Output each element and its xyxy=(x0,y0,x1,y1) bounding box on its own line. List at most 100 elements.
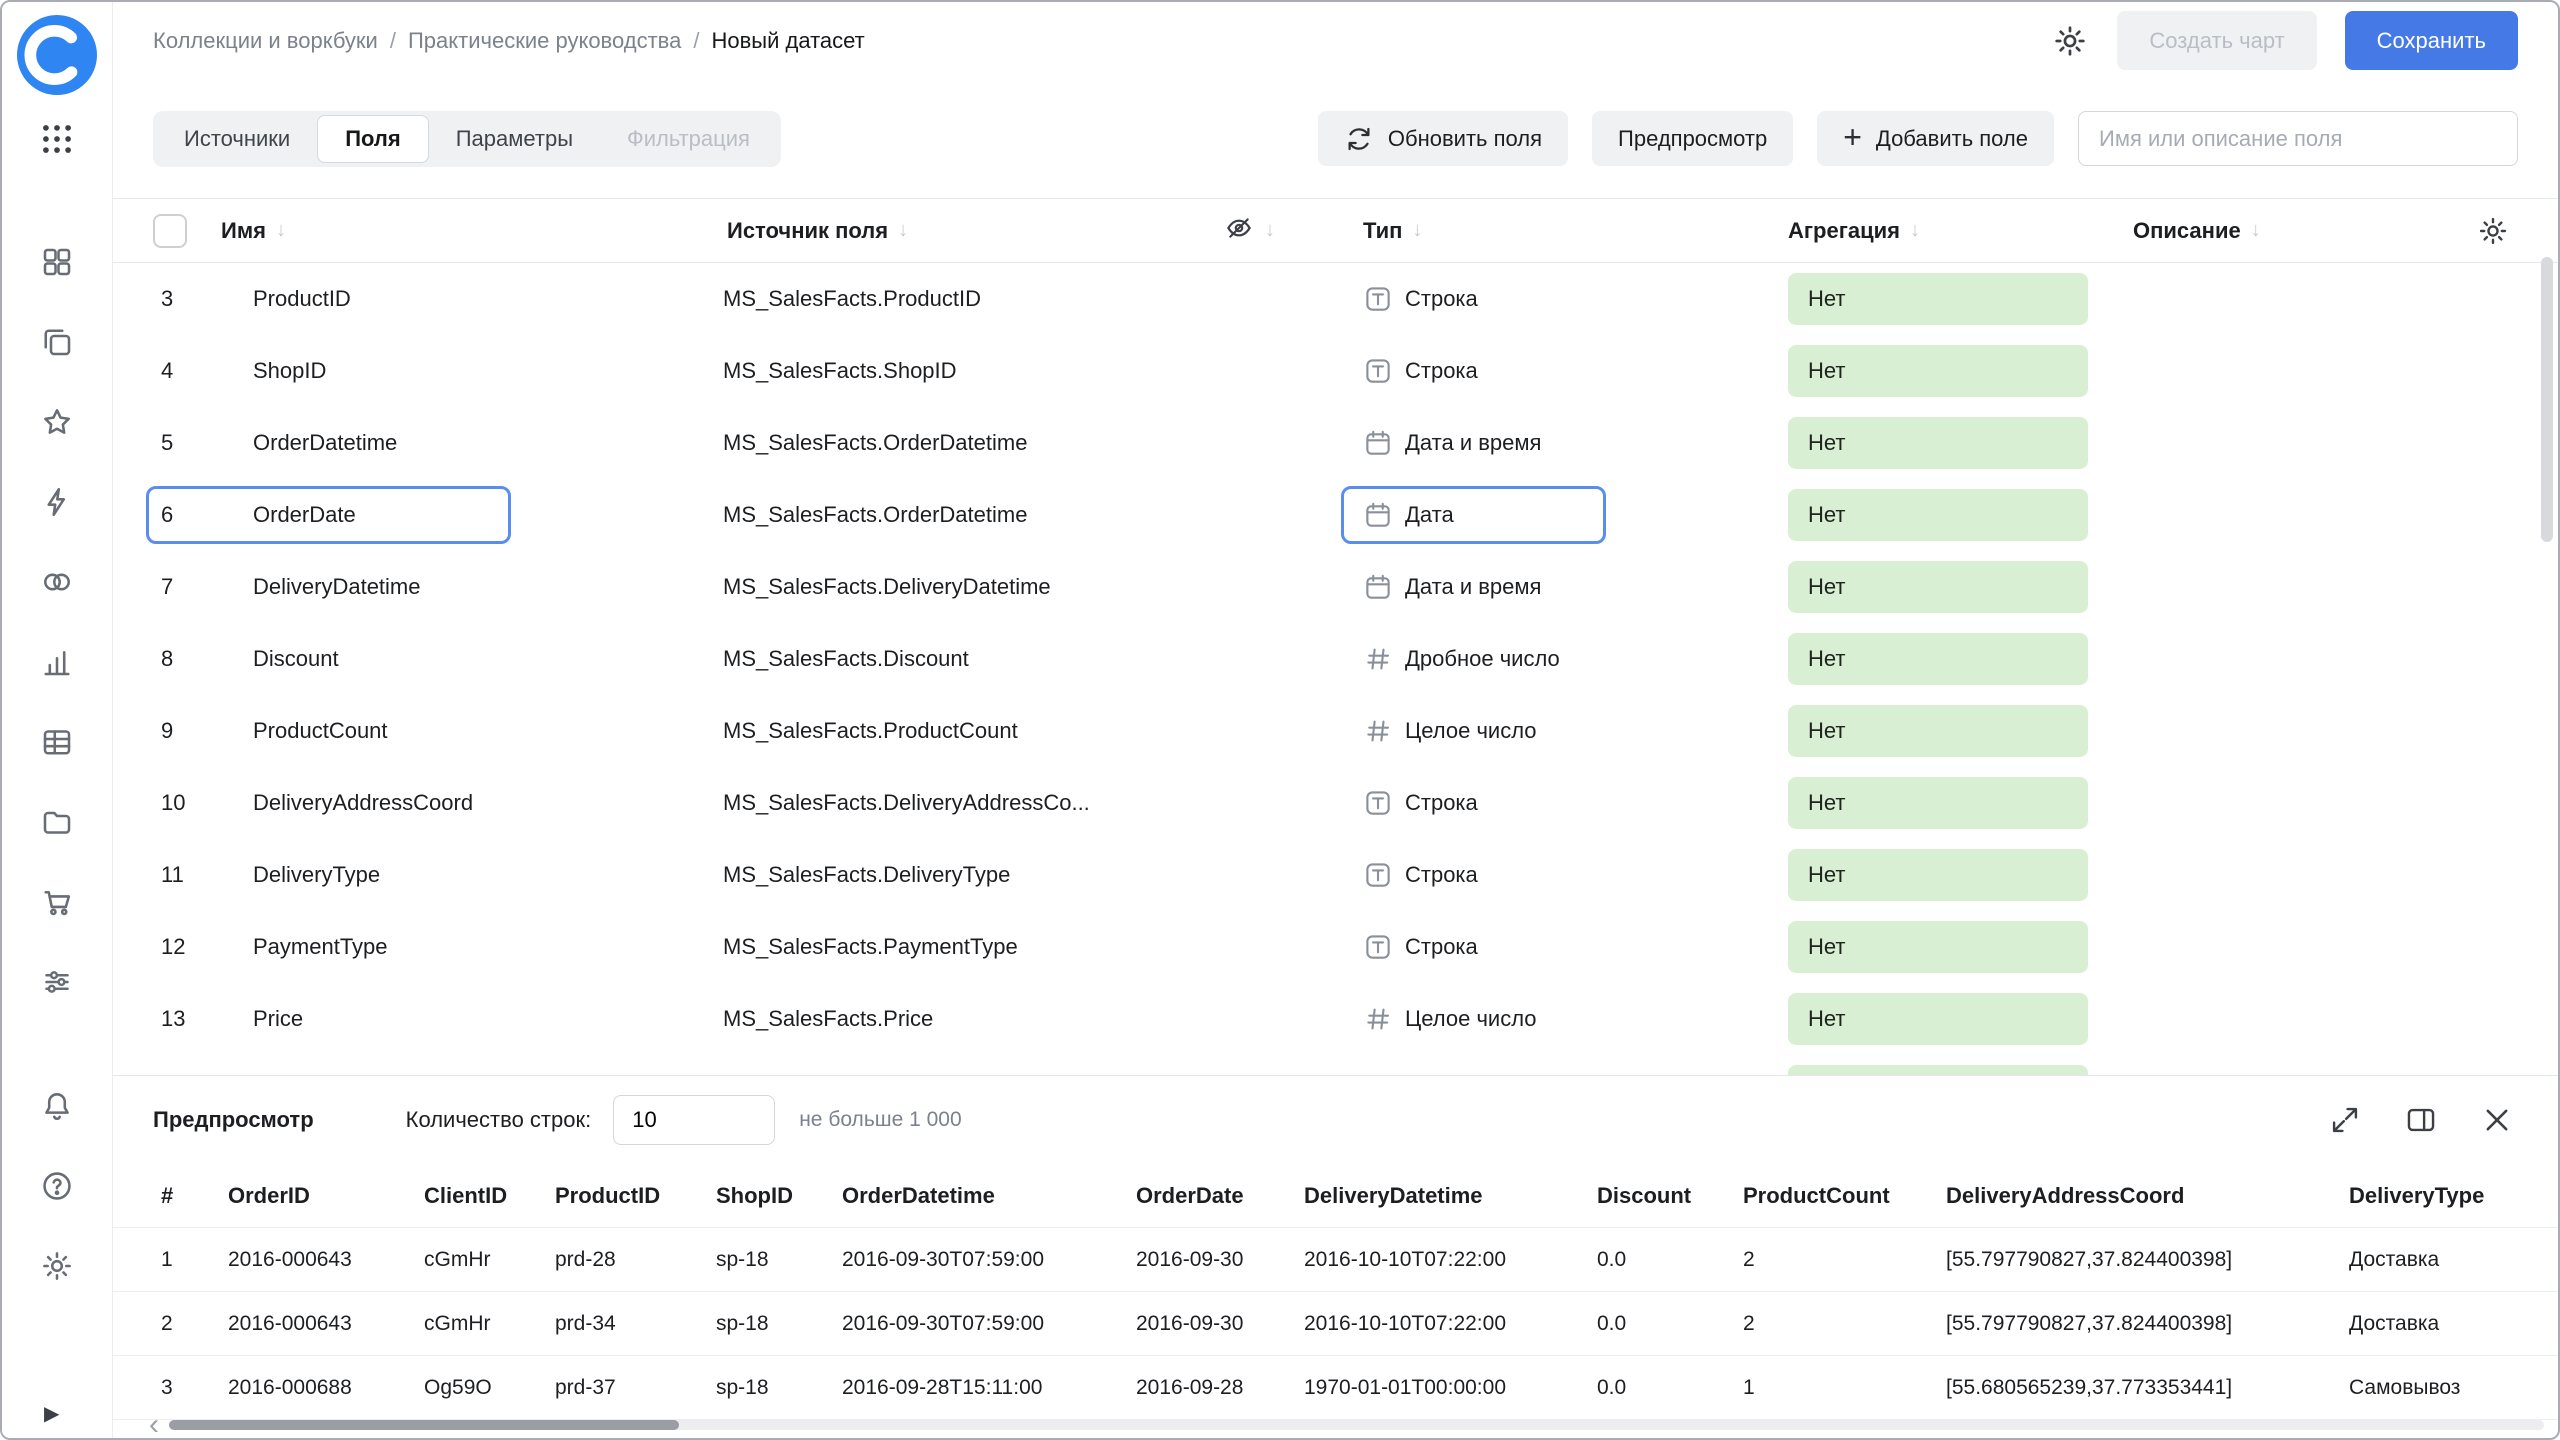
field-row-number: 5 xyxy=(153,430,253,456)
chevron-left-icon[interactable]: ‹ xyxy=(149,1415,159,1435)
tab-fields[interactable]: Поля xyxy=(317,115,429,163)
datalens-logo-icon[interactable] xyxy=(17,15,97,95)
preview-column-header: OrderID xyxy=(220,1183,416,1209)
lightning-icon[interactable] xyxy=(39,484,75,520)
aggregation-select[interactable]: Нет xyxy=(1788,417,2088,469)
field-search-input[interactable] xyxy=(2078,111,2518,166)
sidebar-expand-icon[interactable]: ▶ xyxy=(44,1401,59,1426)
field-source: MS_SalesFacts.ShopID xyxy=(723,358,1223,384)
aggregation-select[interactable]: Нет xyxy=(1788,1065,2088,1075)
field-name[interactable]: Price xyxy=(253,1006,723,1032)
number-type-icon xyxy=(1363,644,1393,674)
field-name[interactable]: ShopID xyxy=(253,358,723,384)
horizontal-scroll-track[interactable] xyxy=(169,1420,2544,1430)
aggregation-select[interactable]: Нет xyxy=(1788,921,2088,973)
tiles-icon[interactable] xyxy=(39,244,75,280)
bell-icon[interactable] xyxy=(39,1088,75,1124)
column-header-source[interactable]: Источник поля ↓ xyxy=(727,218,1223,244)
aggregation-select[interactable]: Нет xyxy=(1788,849,2088,901)
breadcrumb-item[interactable]: Коллекции и воркбуки xyxy=(153,28,378,54)
horizontal-scroll-thumb[interactable] xyxy=(169,1420,679,1430)
field-type[interactable]: Целое число xyxy=(1363,716,1788,746)
field-row: 10DeliveryAddressCoordMS_SalesFacts.Deli… xyxy=(113,767,2558,839)
field-type[interactable]: Строка xyxy=(1363,356,1788,386)
folder-icon[interactable] xyxy=(39,804,75,840)
refresh-fields-button[interactable]: Обновить поля xyxy=(1318,111,1568,166)
circles-icon[interactable] xyxy=(39,564,75,600)
aggregation-select[interactable]: Нет xyxy=(1788,489,2088,541)
field-type[interactable]: Строка xyxy=(1363,788,1788,818)
field-name[interactable]: OrderDatetime xyxy=(253,430,723,456)
aggregation-select[interactable]: Нет xyxy=(1788,993,2088,1045)
field-name[interactable]: ProductID xyxy=(253,286,723,312)
table-settings-gear-icon[interactable] xyxy=(2476,214,2510,248)
field-type-label: Строка xyxy=(1405,934,1478,960)
field-type[interactable]: Строка xyxy=(1363,284,1788,314)
field-type-label: Целое число xyxy=(1405,1006,1537,1032)
save-button[interactable]: Сохранить xyxy=(2345,11,2518,70)
field-type[interactable]: Дробное число xyxy=(1363,644,1788,674)
vertical-scroll-thumb[interactable] xyxy=(2541,257,2553,542)
dataset-tabs: ИсточникиПоляПараметрыФильтрация xyxy=(153,111,781,167)
field-type-label: Дата и время xyxy=(1405,574,1541,600)
apps-grid-icon[interactable] xyxy=(38,120,76,158)
string-type-icon xyxy=(1363,932,1393,962)
field-type[interactable]: Дата и время xyxy=(1363,428,1788,458)
field-row: 13PriceMS_SalesFacts.PriceЦелое числоНет xyxy=(113,983,2558,1055)
field-row-number: 11 xyxy=(153,862,253,888)
sort-arrow-icon: ↓ xyxy=(898,219,908,242)
field-type[interactable]: Строка xyxy=(1363,932,1788,962)
column-header-hidden[interactable]: ↓ xyxy=(1223,212,1363,250)
create-chart-button[interactable]: Создать чарт xyxy=(2117,11,2316,70)
column-header-type[interactable]: Тип ↓ xyxy=(1363,218,1788,244)
aggregation-select[interactable]: Нет xyxy=(1788,633,2088,685)
vertical-scrollbar[interactable] xyxy=(2541,212,2553,1062)
field-aggregation-cell: Нет xyxy=(1788,273,2133,325)
preview-expand-icon[interactable] xyxy=(2328,1103,2362,1137)
horizontal-scrollbar[interactable]: ‹ xyxy=(113,1414,2544,1436)
field-name[interactable]: PaymentType xyxy=(253,934,723,960)
preview-split-view-icon[interactable] xyxy=(2404,1103,2438,1137)
add-field-button[interactable]: + Добавить поле xyxy=(1817,111,2054,166)
column-header-aggregation[interactable]: Агрегация ↓ xyxy=(1788,218,2133,244)
field-name[interactable]: OrderDate xyxy=(253,502,723,528)
sliders-icon[interactable] xyxy=(39,964,75,1000)
tab-sources[interactable]: Источники xyxy=(157,115,317,163)
datetime-type-icon xyxy=(1363,572,1393,602)
gear-icon[interactable] xyxy=(39,1248,75,1284)
rows-count-input[interactable] xyxy=(613,1095,775,1145)
breadcrumb-item[interactable]: Практические руководства xyxy=(408,28,681,54)
bar-chart-icon[interactable] xyxy=(39,644,75,680)
preview-toggle-button[interactable]: Предпросмотр xyxy=(1592,111,1793,166)
aggregation-select[interactable]: Нет xyxy=(1788,345,2088,397)
preview-cell: prd-28 xyxy=(547,1248,708,1272)
help-icon[interactable] xyxy=(39,1168,75,1204)
preview-cell: 2016-09-30T07:59:00 xyxy=(834,1248,1128,1272)
aggregation-select[interactable]: Нет xyxy=(1788,273,2088,325)
field-type[interactable]: Целое число xyxy=(1363,1004,1788,1034)
column-header-description[interactable]: Описание ↓ xyxy=(2133,218,2468,244)
field-name[interactable]: DeliveryDatetime xyxy=(253,574,723,600)
preview-close-icon[interactable] xyxy=(2480,1103,2514,1137)
star-icon[interactable] xyxy=(39,404,75,440)
preview-cell: cGmHr xyxy=(416,1312,547,1336)
field-name[interactable]: DeliveryAddressCoord xyxy=(253,790,723,816)
dataset-settings-gear-icon[interactable] xyxy=(2051,22,2089,60)
layers-icon[interactable] xyxy=(39,324,75,360)
column-header-name[interactable]: Имя ↓ xyxy=(221,218,727,244)
field-name[interactable]: DeliveryType xyxy=(253,862,723,888)
select-all-checkbox[interactable] xyxy=(153,214,187,248)
preview-cell: 2 xyxy=(153,1312,220,1336)
cart-icon[interactable] xyxy=(39,884,75,920)
aggregation-select[interactable]: Нет xyxy=(1788,561,2088,613)
preview-cell: Доставка xyxy=(2341,1312,2558,1336)
table-icon[interactable] xyxy=(39,724,75,760)
field-type[interactable]: Дата и время xyxy=(1363,572,1788,602)
field-name[interactable]: ProductCount xyxy=(253,718,723,744)
tab-parameters[interactable]: Параметры xyxy=(429,115,600,163)
aggregation-select[interactable]: Нет xyxy=(1788,777,2088,829)
field-name[interactable]: Discount xyxy=(253,646,723,672)
aggregation-select[interactable]: Нет xyxy=(1788,705,2088,757)
field-type[interactable]: Строка xyxy=(1363,860,1788,890)
field-type[interactable]: Дата xyxy=(1363,500,1788,530)
